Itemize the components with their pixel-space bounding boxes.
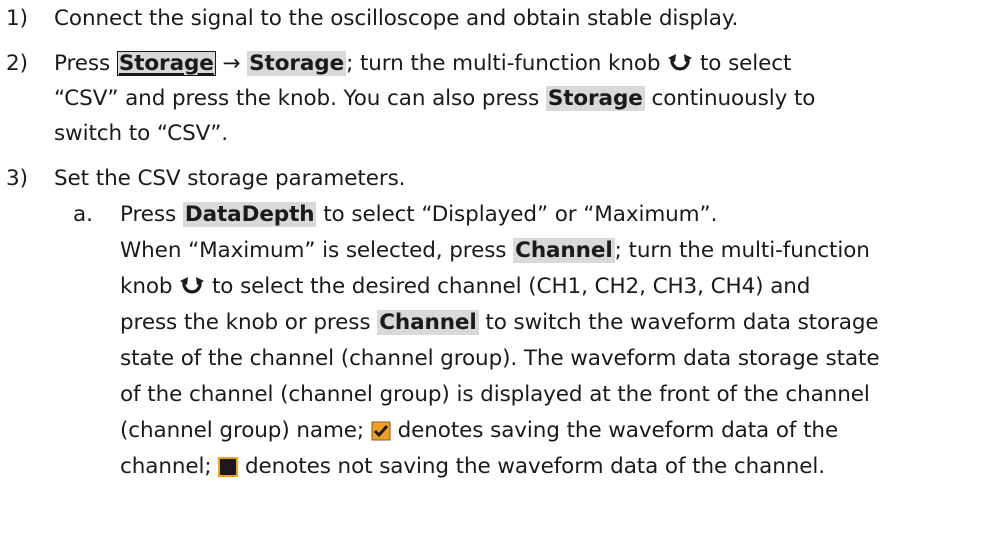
text: to select	[699, 51, 792, 76]
channel-softkey: Channel	[513, 238, 615, 263]
step-2-line-3: switch to “CSV”.	[54, 117, 228, 151]
step-number: 3)	[6, 166, 28, 191]
step-1-text: Connect the signal to the oscilloscope a…	[54, 2, 738, 36]
text: channel;	[120, 454, 212, 479]
text: ; turn the multi-function knob	[346, 51, 661, 76]
arrow: →	[222, 51, 241, 76]
step-3-text: Set the CSV storage parameters.	[54, 162, 406, 196]
storage-menu-softkey: Storage	[247, 51, 347, 76]
step-2-line-1: Press Storage → Storage; turn the multi-…	[54, 47, 791, 85]
text: When “Maximum” is selected, press	[120, 238, 507, 263]
substep-line-6: of the channel (channel group) is displa…	[120, 378, 870, 412]
text: switch to “CSV”.	[54, 121, 229, 146]
text: knob	[120, 274, 173, 299]
substep-letter: a.	[73, 202, 93, 227]
substep-line-2: When “Maximum” is selected, press Channe…	[120, 234, 870, 268]
text: to select the desired channel (CH1, CH2,…	[211, 274, 811, 299]
multi-function-knob-icon	[179, 274, 205, 308]
text: press the knob or press	[120, 310, 371, 335]
storage-front-panel-key: Storage	[116, 51, 216, 76]
storage-menu-softkey: Storage	[545, 86, 645, 111]
text: to select “Displayed” or “Maximum”.	[323, 202, 718, 227]
text: “CSV” and press the knob. You can also p…	[54, 86, 540, 111]
substep-line-5: state of the channel (channel group). Th…	[120, 342, 880, 376]
text: ; turn the multi-function	[614, 238, 870, 263]
substep-line-8: channel; denotes not saving the waveform…	[120, 450, 825, 488]
text: (channel group) name;	[120, 418, 365, 443]
step-number: 2)	[6, 51, 28, 76]
substep-line-4: press the knob or press Channel to switc…	[120, 306, 879, 340]
text: Press	[54, 51, 111, 76]
step-1-line: Connect the signal to the oscilloscope a…	[54, 6, 739, 31]
text: to switch the waveform data storage	[485, 310, 879, 335]
step-2-line-2: “CSV” and press the knob. You can also p…	[54, 82, 815, 116]
substep-line-1: Press DataDepth to select “Displayed” or…	[120, 198, 717, 232]
text: continuously to	[651, 86, 816, 111]
text: Press	[120, 202, 177, 227]
step-3-line: Set the CSV storage parameters.	[54, 166, 406, 191]
text: state of the channel (channel group). Th…	[120, 346, 880, 371]
step-number: 1)	[6, 6, 28, 31]
text: denotes saving the waveform data of the	[397, 418, 839, 443]
multi-function-knob-icon	[667, 51, 693, 85]
datadepth-softkey: DataDepth	[182, 202, 317, 227]
text: of the channel (channel group) is displa…	[120, 382, 870, 407]
substep-line-3: knob to select the desired channel (CH1,…	[120, 270, 810, 308]
substep-line-7: (channel group) name; denotes saving the…	[120, 414, 838, 452]
channel-softkey: Channel	[377, 310, 479, 335]
text: denotes not saving the waveform data of …	[245, 454, 826, 479]
unchecked-box-icon	[218, 454, 239, 488]
document-page: 1) Connect the signal to the oscilloscop…	[0, 0, 995, 538]
checked-box-icon	[371, 418, 391, 452]
